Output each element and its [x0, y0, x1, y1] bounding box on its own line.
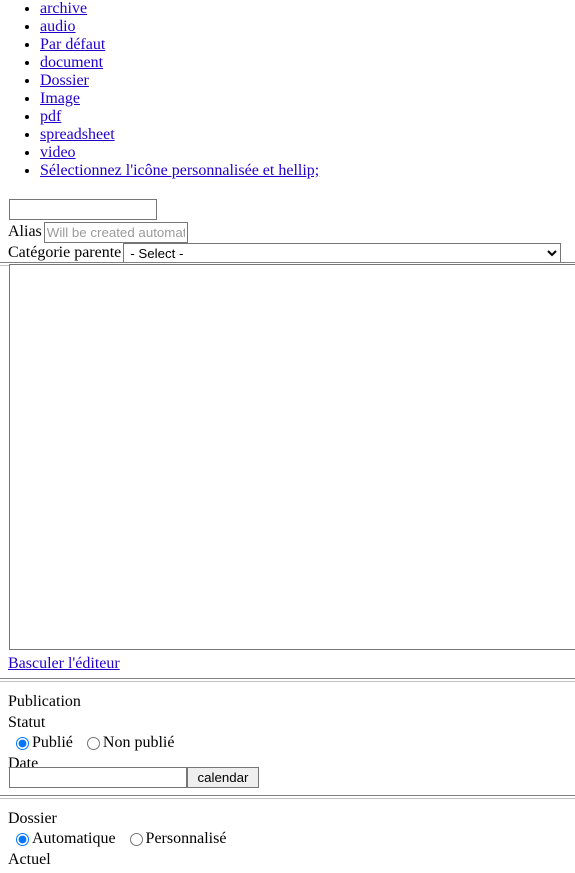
list-item: archive: [40, 0, 575, 18]
folder-legend: Dossier: [8, 810, 57, 827]
list-item: video: [40, 144, 575, 162]
icon-link-spreadsheet[interactable]: spreadsheet: [40, 126, 115, 143]
folder-radio-custom[interactable]: [129, 832, 143, 846]
title-input[interactable]: [9, 199, 157, 220]
status-option-unpublished-label: Non publié: [102, 734, 175, 751]
folder-option-automatic-label: Automatique: [32, 830, 116, 847]
alias-label: Alias: [8, 223, 42, 240]
icon-link-default[interactable]: Par défaut: [40, 36, 105, 53]
icon-link-folder[interactable]: Dossier: [40, 72, 89, 89]
icon-type-list: archive audio Par défaut document Dossie…: [0, 0, 575, 180]
list-item: spreadsheet: [40, 126, 575, 144]
icon-link-archive[interactable]: archive: [40, 0, 87, 17]
parent-category-row: Catégorie parente - Select -: [8, 242, 562, 264]
folder-radio-automatic[interactable]: [16, 832, 29, 846]
list-item: Sélectionnez l'icône personnalisée et he…: [40, 162, 575, 180]
status-option-unpublished[interactable]: Non publié: [86, 734, 175, 751]
folder-current-label: Actuel: [8, 851, 51, 868]
divider-publication: [0, 678, 575, 682]
icon-link-pdf[interactable]: pdf: [40, 108, 61, 125]
folder-section: Dossier Automatique Personnalisé Actuel: [0, 808, 575, 870]
folder-option-custom-label: Personnalisé: [145, 830, 227, 847]
publication-legend: Publication: [8, 693, 81, 710]
date-input[interactable]: [9, 767, 187, 788]
status-radio-unpublished[interactable]: [86, 736, 100, 750]
publication-section: Publication Statut Publié Non publié Dat…: [0, 691, 575, 774]
list-item: Image: [40, 90, 575, 108]
toggle-editor-link[interactable]: Basculer l'éditeur: [8, 655, 120, 672]
icon-link-video[interactable]: video: [40, 144, 76, 161]
status-radio-group: Publié Non publié: [8, 733, 575, 753]
list-item: pdf: [40, 108, 575, 126]
divider-folder: [0, 795, 575, 799]
status-label: Statut: [8, 714, 46, 731]
alias-input[interactable]: [43, 221, 188, 243]
list-item: Dossier: [40, 72, 575, 90]
list-item: document: [40, 54, 575, 72]
icon-link-document[interactable]: document: [40, 54, 103, 71]
icon-link-image[interactable]: Image: [40, 90, 80, 107]
calendar-button[interactable]: calendar: [187, 767, 259, 788]
alias-row: Alias: [8, 221, 188, 243]
parent-category-select[interactable]: - Select -: [123, 243, 562, 264]
folder-option-automatic[interactable]: Automatique: [16, 830, 120, 847]
folder-option-custom[interactable]: Personnalisé: [129, 830, 227, 847]
list-item: audio: [40, 18, 575, 36]
parent-category-label: Catégorie parente: [8, 244, 122, 261]
icon-link-audio[interactable]: audio: [40, 18, 76, 35]
status-radio-published[interactable]: [16, 736, 29, 750]
toggle-editor-row: Basculer l'éditeur: [8, 655, 120, 673]
list-item: Par défaut: [40, 36, 575, 54]
status-option-published[interactable]: Publié: [16, 734, 77, 751]
status-option-published-label: Publié: [32, 734, 73, 751]
description-textarea[interactable]: [9, 264, 575, 650]
folder-radio-group: Automatique Personnalisé: [8, 829, 575, 849]
icon-link-custom-select[interactable]: Sélectionnez l'icône personnalisée et he…: [40, 162, 319, 179]
